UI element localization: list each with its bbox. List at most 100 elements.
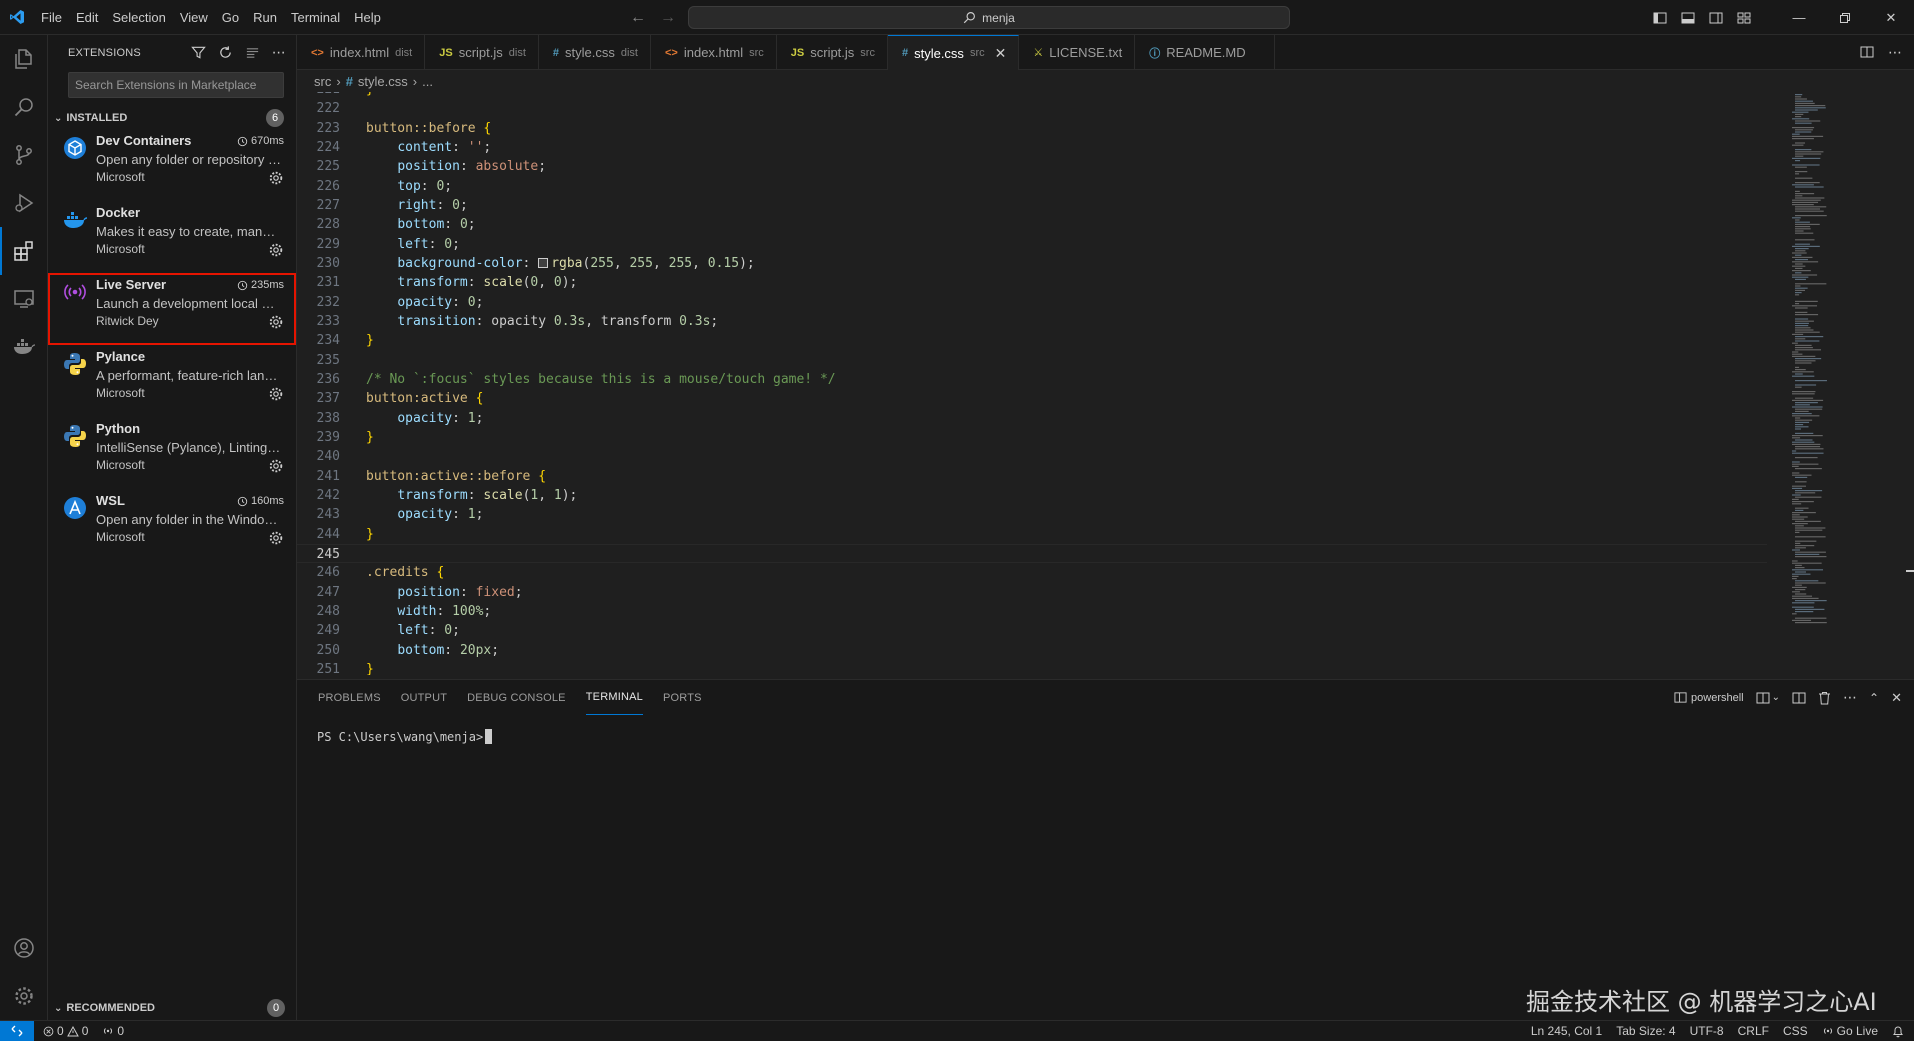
run-debug-icon[interactable] (0, 179, 48, 227)
refresh-icon[interactable] (218, 45, 233, 60)
code-line[interactable]: 246 .credits { (297, 563, 1767, 582)
code-line[interactable]: 248 width: 100%; (297, 602, 1767, 621)
panel-tab-terminal[interactable]: TERMINAL (585, 680, 643, 715)
clear-list-icon[interactable] (245, 45, 260, 60)
minimize-window-icon[interactable]: — (1776, 0, 1822, 35)
end-of-line[interactable]: CRLF (1731, 1024, 1776, 1038)
panel-tab-problems[interactable]: PROBLEMS (318, 680, 381, 715)
code-line[interactable]: 226 top: 0; (297, 177, 1767, 196)
code-line[interactable]: 234} (297, 331, 1767, 350)
menu-run[interactable]: Run (246, 0, 284, 35)
code-line[interactable]: 243 opacity: 1; (297, 505, 1767, 524)
language-mode[interactable]: CSS (1776, 1024, 1815, 1038)
menu-go[interactable]: Go (215, 0, 246, 35)
search-activity-icon[interactable] (0, 83, 48, 131)
tab-license-txt[interactable]: ⚔ LICENSE.txt (1019, 35, 1136, 70)
code-line[interactable]: 235 (297, 351, 1767, 370)
code-line[interactable]: 249 left: 0; (297, 621, 1767, 640)
terminal-output[interactable]: PS C:\Users\wang\menja> (297, 715, 1914, 744)
tab-index-html-dist[interactable]: <> index.html dist (297, 35, 426, 70)
split-editor-icon[interactable] (1860, 45, 1874, 59)
filter-icon[interactable] (191, 45, 206, 60)
breadcrumb-more[interactable]: ... (422, 74, 433, 89)
split-panel-icon[interactable] (1792, 691, 1806, 705)
back-arrow-icon[interactable]: ← (630, 9, 646, 27)
editor-more-actions-icon[interactable]: ⋯ (1888, 44, 1902, 61)
code-line[interactable]: 233 transition: opacity 0.3s, transform … (297, 312, 1767, 331)
remote-connection-button[interactable] (0, 1020, 34, 1041)
source-control-icon[interactable] (0, 131, 48, 179)
vscode-logo-icon[interactable] (0, 0, 34, 35)
code-editor[interactable]: 221}222223button::before {224 content: '… (297, 92, 1767, 675)
code-line[interactable]: 224 content: ''; (297, 138, 1767, 157)
recommended-section-header[interactable]: ⌄ RECOMMENDED 0 (48, 997, 297, 1019)
tab-script-js-dist[interactable]: JS script.js dist (425, 35, 539, 70)
extension-settings-gear-icon[interactable] (268, 458, 284, 474)
code-line[interactable]: 221} (297, 92, 1767, 99)
code-line[interactable]: 227 right: 0; (297, 196, 1767, 215)
cursor-position[interactable]: Ln 245, Col 1 (1524, 1024, 1609, 1038)
close-panel-icon[interactable]: ✕ (1891, 690, 1902, 706)
forward-arrow-icon[interactable]: → (660, 9, 676, 27)
notifications-bell-icon[interactable] (1885, 1025, 1914, 1038)
toggle-primary-sidebar-icon[interactable] (1646, 0, 1674, 35)
extension-settings-gear-icon[interactable] (268, 170, 284, 186)
toggle-secondary-sidebar-icon[interactable] (1702, 0, 1730, 35)
code-line[interactable]: 228 bottom: 0; (297, 215, 1767, 234)
code-line[interactable]: 250 bottom: 20px; (297, 641, 1767, 660)
extension-settings-gear-icon[interactable] (268, 314, 284, 330)
panel-tab-debug-console[interactable]: DEBUG CONSOLE (467, 680, 566, 715)
file-encoding[interactable]: UTF-8 (1683, 1024, 1731, 1038)
tab-style-css-dist[interactable]: # style.css dist (539, 35, 651, 70)
extension-item-docker[interactable]: Docker Makes it easy to create, manage, … (48, 201, 296, 273)
extension-settings-gear-icon[interactable] (268, 242, 284, 258)
manage-gear-icon[interactable] (0, 972, 48, 1020)
breadcrumb-file[interactable]: style.css (358, 74, 408, 89)
menu-selection[interactable]: Selection (105, 0, 172, 35)
code-line[interactable]: 222 (297, 99, 1767, 118)
more-actions-icon[interactable]: ⋯ (272, 44, 286, 61)
code-line[interactable]: 240 (297, 447, 1767, 466)
code-line[interactable]: 247 position: fixed; (297, 583, 1767, 602)
menu-terminal[interactable]: Terminal (284, 0, 347, 35)
docker-activity-icon[interactable] (0, 323, 48, 371)
extension-item-pylance[interactable]: Pylance A performant, feature-rich langu… (48, 345, 296, 417)
tab-readme-md[interactable]: ⓘ README.MD (1135, 35, 1275, 70)
installed-section-header[interactable]: ⌄ INSTALLED 6 (48, 107, 296, 129)
ports-status[interactable]: 0 (95, 1024, 131, 1038)
remote-explorer-icon[interactable] (0, 275, 48, 323)
maximize-panel-icon[interactable]: ⌃ (1869, 691, 1879, 705)
tab-size[interactable]: Tab Size: 4 (1609, 1024, 1682, 1038)
code-line[interactable]: 231 transform: scale(0, 0); (297, 273, 1767, 292)
breadcrumb-folder[interactable]: src (314, 74, 331, 89)
code-line[interactable]: 229 left: 0; (297, 235, 1767, 254)
code-line[interactable]: 223 button::before { (297, 119, 1767, 138)
code-line[interactable]: 242 transform: scale(1, 1); (297, 486, 1767, 505)
extensions-icon[interactable] (0, 227, 48, 275)
code-line[interactable]: 239} (297, 428, 1767, 447)
code-line[interactable]: 251} (297, 660, 1767, 675)
code-line[interactable]: 230 background-color: rgba(255, 255, 255… (297, 254, 1767, 273)
close-window-icon[interactable]: ✕ (1868, 0, 1914, 35)
extension-item-live-server[interactable]: Live Server Launch a development local S… (48, 273, 296, 345)
kill-terminal-trash-icon[interactable] (1818, 691, 1831, 705)
tab-index-html-src[interactable]: <> index.html src (651, 35, 777, 70)
code-line[interactable]: 244} (297, 525, 1767, 544)
menu-file[interactable]: File (34, 0, 69, 35)
extensions-search-input[interactable]: Search Extensions in Marketplace (68, 72, 284, 98)
menu-view[interactable]: View (173, 0, 215, 35)
code-line[interactable]: 232 opacity: 0; (297, 293, 1767, 312)
menu-edit[interactable]: Edit (69, 0, 105, 35)
code-line[interactable]: 238 opacity: 1; (297, 409, 1767, 428)
command-center-search[interactable]: menja (688, 6, 1290, 29)
tab-style-css-src[interactable]: # style.css src ✕ (887, 35, 1020, 70)
panel-more-actions-icon[interactable]: ⋯ (1843, 689, 1857, 706)
code-line[interactable]: 225 position: absolute; (297, 157, 1767, 176)
problems-status[interactable]: 0 0 (34, 1024, 95, 1038)
tab-script-js-src[interactable]: JS script.js src (777, 35, 888, 70)
terminal-selector[interactable]: powershell (1674, 691, 1744, 704)
close-tab-icon[interactable]: ✕ (995, 45, 1007, 62)
extension-item-dev-containers[interactable]: Dev Containers Open any folder or reposi… (48, 129, 296, 201)
extension-settings-gear-icon[interactable] (268, 530, 284, 546)
minimap[interactable] (1790, 92, 1914, 675)
